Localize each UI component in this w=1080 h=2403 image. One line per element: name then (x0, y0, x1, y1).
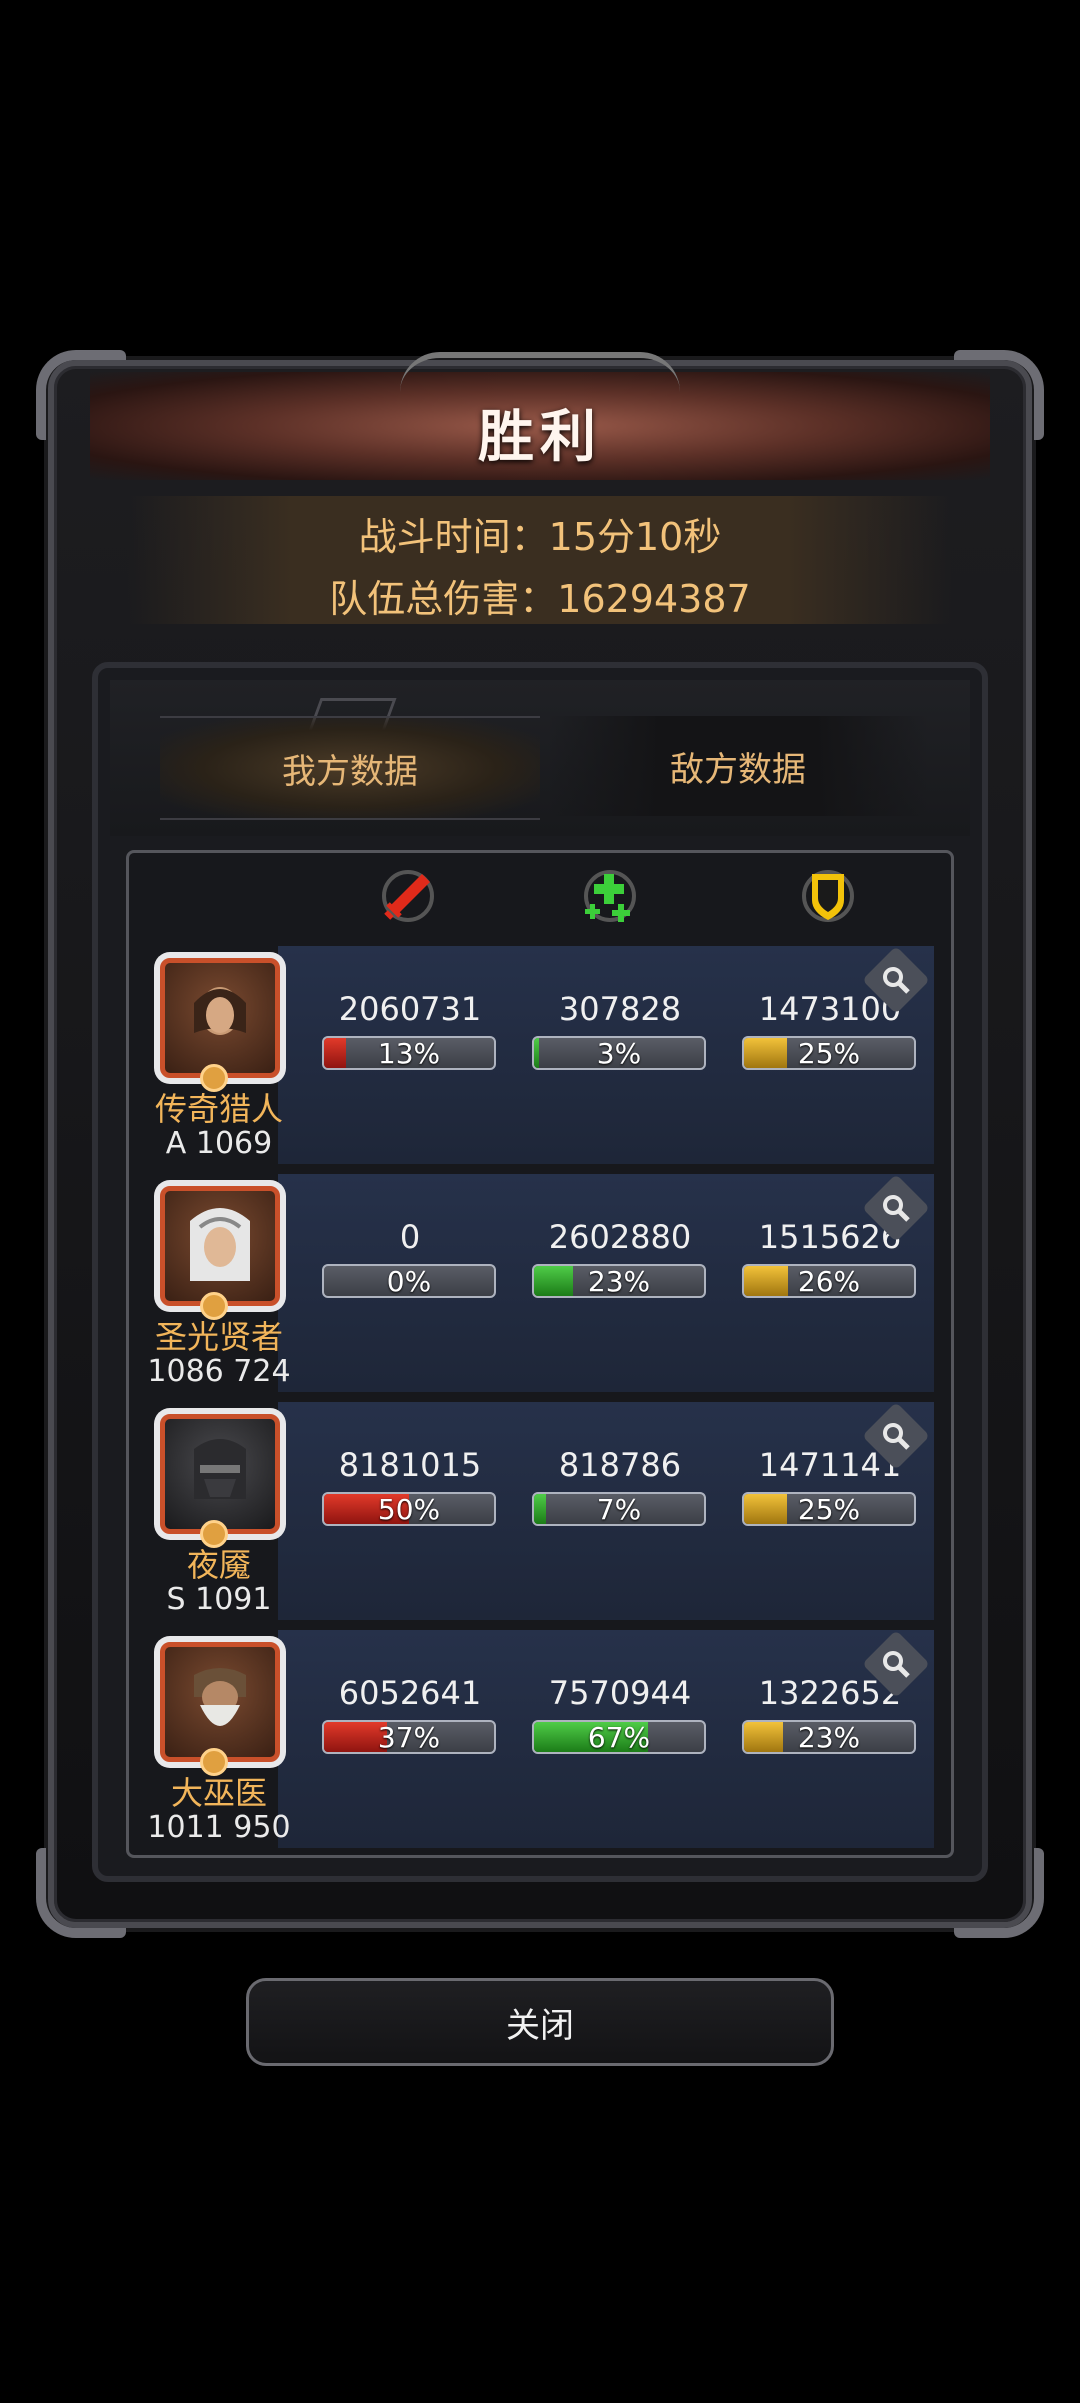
damage-percent: 50% (377, 1492, 441, 1526)
damage-value: 0 (399, 1218, 421, 1256)
damage-value: 8181015 (338, 1446, 482, 1484)
damage-bar: 0% (322, 1264, 496, 1298)
damage-percent: 13% (377, 1036, 441, 1070)
tank-percent: 26% (797, 1264, 861, 1298)
tab-enemy-data[interactable]: 敌方数据 (548, 716, 928, 816)
tank-percent: 25% (797, 1036, 861, 1070)
avatar (160, 1414, 280, 1534)
damage-percent: 0% (386, 1264, 432, 1298)
shield-icon (780, 860, 876, 932)
tank-bar: 26% (742, 1264, 916, 1298)
battle-time: 战斗时间：15分10秒 (358, 515, 722, 559)
tank-percent: 23% (797, 1720, 861, 1754)
sword-icon (360, 860, 456, 932)
stage: 胜利 战斗时间：15分10秒 队伍总伤害：16294387 我方数据 敌方数据 (0, 0, 1080, 2403)
heal-percent: 3% (596, 1036, 642, 1070)
heal-value: 307828 (558, 990, 682, 1028)
hero-name: 夜魇 (186, 1546, 251, 1584)
damage-bar: 37% (322, 1720, 496, 1754)
tank-bar: 23% (742, 1720, 916, 1754)
heal-value: 818786 (558, 1446, 682, 1484)
hero-portrait[interactable] (154, 1636, 286, 1768)
hero-name: 大巫医 (170, 1774, 267, 1812)
hero-power: S 1091 (166, 1582, 272, 1617)
hero-portrait[interactable] (154, 1408, 286, 1540)
damage-percent: 37% (377, 1720, 441, 1754)
heal-bar: 3% (532, 1036, 706, 1070)
avatar (160, 958, 280, 1078)
heal-value: 7570944 (548, 1674, 692, 1712)
hero-power: 1086 724 (147, 1354, 291, 1389)
hero-portrait[interactable] (154, 1180, 286, 1312)
close-button[interactable]: 关闭 (246, 1978, 834, 2066)
hero-power: A 1069 (165, 1126, 273, 1161)
damage-value: 2060731 (338, 990, 482, 1028)
tank-percent: 25% (797, 1492, 861, 1526)
hero-portrait[interactable] (154, 952, 286, 1084)
hero-row: 传奇猎人 A 1069 2060731 307828 1473100 13% 3… (144, 946, 934, 1164)
heal-bar: 23% (532, 1264, 706, 1298)
avatar (160, 1642, 280, 1762)
heal-cross-icon (562, 860, 658, 932)
heal-bar: 7% (532, 1492, 706, 1526)
hero-row: 夜魇 S 1091 8181015 818786 1471141 50% 7% … (144, 1402, 934, 1620)
avatar (160, 1186, 280, 1306)
heal-bar: 67% (532, 1720, 706, 1754)
heal-percent: 7% (596, 1492, 642, 1526)
dialog-title: 胜利 (478, 405, 602, 470)
heal-percent: 23% (587, 1264, 651, 1298)
heal-percent: 67% (587, 1720, 651, 1754)
hero-name: 传奇猎人 (154, 1090, 283, 1128)
heal-value: 2602880 (548, 1218, 692, 1256)
team-total-damage: 队伍总伤害：16294387 (329, 577, 751, 621)
hero-row: 大巫医 1011 950 6052641 7570944 1322652 37%… (144, 1630, 934, 1848)
hero-name: 圣光贤者 (154, 1318, 283, 1356)
tab-my-data[interactable]: 我方数据 (160, 716, 540, 820)
hero-row: 圣光贤者 1086 724 0 2602880 1515626 0% 23% 2… (144, 1174, 934, 1392)
damage-bar: 50% (322, 1492, 496, 1526)
tank-bar: 25% (742, 1036, 916, 1070)
hero-power: 1011 950 (147, 1810, 291, 1845)
tank-bar: 25% (742, 1492, 916, 1526)
damage-bar: 13% (322, 1036, 496, 1070)
damage-value: 6052641 (338, 1674, 482, 1712)
